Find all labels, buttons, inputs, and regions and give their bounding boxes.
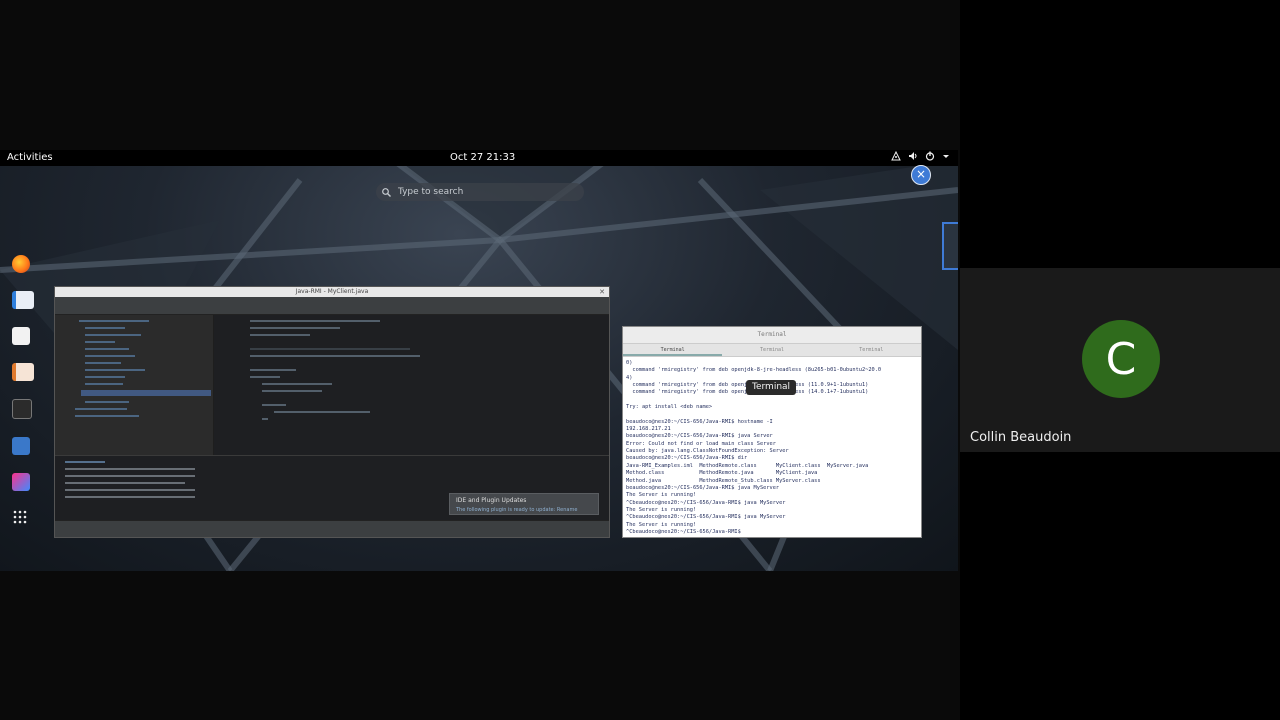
gnome-desktop: Activities Oct 27 21:33 Type to search J…	[0, 150, 958, 571]
terminal-tabs[interactable]: Terminal Terminal Terminal	[623, 344, 921, 357]
terminal-line: ^Cbeaudoco@nes20:~/CIS-656/Java-RMI$ jav…	[626, 499, 786, 506]
terminal-line: Method.java MethodRemote_Stub.class MySe…	[626, 477, 821, 484]
show-apps-icon[interactable]	[12, 509, 30, 527]
ide-body	[55, 315, 609, 455]
clock[interactable]: Oct 27 21:33	[450, 152, 515, 163]
terminal-title: Terminal	[757, 331, 787, 338]
participant-name: Collin Beaudoin	[970, 430, 1072, 445]
close-icon[interactable]: ×	[911, 165, 931, 185]
terminal-tab[interactable]: Terminal	[623, 344, 723, 356]
terminal-window[interactable]: Terminal Terminal Terminal Terminal 0) c…	[622, 326, 922, 538]
terminal-line: 192.168.217.21	[626, 426, 671, 433]
terminal-line: The Server is running!	[626, 492, 697, 499]
terminal-tab[interactable]: Terminal	[822, 344, 921, 356]
window-tooltip: Terminal	[746, 380, 797, 395]
terminal-line: Error: Could not find or load main class…	[626, 440, 776, 447]
intellij-icon[interactable]	[12, 473, 30, 491]
power-icon	[925, 151, 935, 164]
ide-status-bar	[55, 520, 609, 537]
ide-toolbar[interactable]	[55, 304, 609, 315]
terminal-line: ^Cbeaudoco@nes20:~/CIS-656/Java-RMI$	[626, 528, 744, 535]
terminal-line: Method.class MethodRemote.java MyClient.…	[626, 470, 818, 477]
network-icon	[891, 150, 901, 164]
firefox-icon[interactable]	[12, 255, 30, 273]
document-viewer-icon[interactable]	[12, 327, 30, 345]
terminal-line: ^Cbeaudoco@nes20:~/CIS-656/Java-RMI$ jav…	[626, 514, 786, 521]
screen-share-area: Activities Oct 27 21:33 Type to search J…	[0, 0, 960, 720]
workspace-thumbnail[interactable]	[942, 222, 958, 270]
notification-text[interactable]: The following plugin is ready to update:…	[456, 507, 592, 513]
intellij-window[interactable]: Java-RMI - MyClient.java ✕ IDE and Plugi…	[54, 286, 610, 538]
terminal-line: Caused by: java.lang.ClassNotFoundExcept…	[626, 448, 789, 455]
search-placeholder: Type to search	[398, 187, 464, 197]
participant-tile[interactable]: C Collin Beaudoin	[960, 268, 1280, 452]
top-bar: Activities Oct 27 21:33	[0, 150, 958, 166]
menu-caret-icon	[942, 151, 950, 164]
system-tray[interactable]	[891, 150, 950, 164]
volume-icon	[908, 151, 918, 164]
avatar: C	[1082, 320, 1160, 398]
terminal-line: Try: apt install <deb name>	[626, 404, 713, 411]
terminal-line: Java-RMI_Examples.iml MethodRemote.class…	[626, 462, 869, 469]
writer-icon[interactable]	[12, 291, 34, 309]
terminal-line: command 'rmiregistry' from deb openjdk-8…	[626, 367, 882, 374]
search-input[interactable]: Type to search	[376, 183, 584, 201]
notification-title: IDE and Plugin Updates	[456, 497, 527, 504]
ide-title-bar[interactable]: Java-RMI - MyClient.java ✕	[55, 287, 609, 297]
files-icon[interactable]	[12, 437, 30, 455]
ide-title: Java-RMI - MyClient.java	[295, 288, 369, 295]
terminal-line: The Server is running!	[626, 506, 697, 513]
search-icon	[382, 188, 391, 197]
ide-close-icon[interactable]: ✕	[599, 287, 605, 297]
terminal-line: beaudoco@nes20:~/CIS-656/Java-RMI$ hostn…	[626, 418, 773, 425]
terminal-line: The Server is running!	[626, 521, 697, 528]
terminal-icon[interactable]	[12, 399, 32, 419]
terminal-header-bar[interactable]: Terminal	[623, 327, 921, 344]
dash-dock	[8, 255, 34, 545]
terminal-line: 0)	[626, 360, 633, 366]
ide-menu-bar[interactable]	[55, 297, 609, 304]
terminal-line: beaudoco@nes20:~/CIS-656/Java-RMI$ java …	[626, 433, 773, 440]
terminal-line: beaudoco@nes20:~/CIS-656/Java-RMI$ java …	[626, 484, 780, 491]
terminal-line: beaudoco@nes20:~/CIS-656/Java-RMI$ dir	[626, 455, 748, 462]
terminal-tab[interactable]: Terminal	[722, 344, 821, 356]
code-editor[interactable]	[214, 315, 609, 455]
update-notification[interactable]: IDE and Plugin Updates The following plu…	[449, 493, 599, 515]
impress-icon[interactable]	[12, 363, 34, 381]
activities-button[interactable]: Activities	[7, 152, 53, 163]
project-tree[interactable]	[55, 315, 214, 455]
